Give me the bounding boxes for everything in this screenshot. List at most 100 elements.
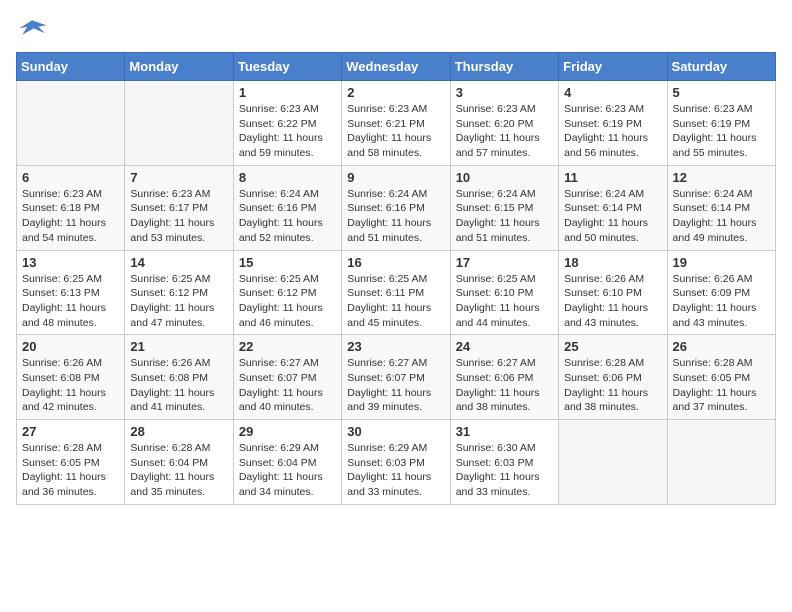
day-number: 12 [673, 170, 770, 185]
day-cell: 27Sunrise: 6:28 AM Sunset: 6:05 PM Dayli… [17, 420, 125, 505]
day-cell: 28 Sunrise: 6:28 AM Sunset: 6:04 PM Dayli… [125, 420, 233, 505]
day-number: 2 [347, 85, 444, 100]
day-cell: 15Sunrise: 6:25 AM Sunset: 6:12 PM Dayli… [233, 250, 341, 335]
day-cell: 14 Sunrise: 6:25 AM Sunset: 6:12 PM Dayli… [125, 250, 233, 335]
day-cell: 22 Sunrise: 6:27 AM Sunset: 6:07 PM Dayli… [233, 335, 341, 420]
day-info: Sunrise: 6:24 AM Sunset: 6:14 PM Dayligh… [564, 187, 661, 246]
day-info: Sunrise: 6:23 AM Sunset: 6:17 PM Dayligh… [130, 187, 227, 246]
day-info: Sunrise: 6:23 AM Sunset: 6:19 PM Dayligh… [564, 102, 661, 161]
day-number: 16 [347, 255, 444, 270]
day-number: 6 [22, 170, 119, 185]
day-cell [17, 81, 125, 166]
day-number: 24 [456, 339, 553, 354]
week-row-4: 20 Sunrise: 6:26 AM Sunset: 6:08 PM Dayli… [17, 335, 776, 420]
day-cell: 29 Sunrise: 6:29 AM Sunset: 6:04 PM Dayli… [233, 420, 341, 505]
day-info: Sunrise: 6:25 AM Sunset: 6:12 PM Dayligh… [130, 272, 227, 331]
weekday-header-row: SundayMondayTuesdayWednesdayThursdayFrid… [17, 53, 776, 81]
day-number: 4 [564, 85, 661, 100]
day-cell [125, 81, 233, 166]
day-info: Sunrise: 6:23 AM Sunset: 6:21 PM Dayligh… [347, 102, 444, 161]
week-row-3: 13Sunrise: 6:25 AM Sunset: 6:13 PM Dayli… [17, 250, 776, 335]
day-info: Sunrise: 6:28 AM Sunset: 6:06 PM Dayligh… [564, 356, 661, 415]
day-number: 8 [239, 170, 336, 185]
day-info: Sunrise: 6:23 AM Sunset: 6:19 PM Dayligh… [673, 102, 770, 161]
day-number: 11 [564, 170, 661, 185]
day-number: 22 [239, 339, 336, 354]
logo [16, 16, 52, 44]
page-header [16, 16, 776, 44]
weekday-header-thursday: Thursday [450, 53, 558, 81]
week-row-2: 6 Sunrise: 6:23 AM Sunset: 6:18 PM Daylig… [17, 165, 776, 250]
day-number: 10 [456, 170, 553, 185]
weekday-header-wednesday: Wednesday [342, 53, 450, 81]
day-number: 21 [130, 339, 227, 354]
day-info: Sunrise: 6:28 AM Sunset: 6:04 PM Dayligh… [130, 441, 227, 500]
day-info: Sunrise: 6:26 AM Sunset: 6:10 PM Dayligh… [564, 272, 661, 331]
day-cell: 30Sunrise: 6:29 AM Sunset: 6:03 PM Dayli… [342, 420, 450, 505]
day-cell: 19 Sunrise: 6:26 AM Sunset: 6:09 PM Dayli… [667, 250, 775, 335]
weekday-header-tuesday: Tuesday [233, 53, 341, 81]
day-info: Sunrise: 6:24 AM Sunset: 6:15 PM Dayligh… [456, 187, 553, 246]
day-cell: 12 Sunrise: 6:24 AM Sunset: 6:14 PM Dayli… [667, 165, 775, 250]
day-cell: 6 Sunrise: 6:23 AM Sunset: 6:18 PM Daylig… [17, 165, 125, 250]
day-info: Sunrise: 6:23 AM Sunset: 6:18 PM Dayligh… [22, 187, 119, 246]
day-number: 18 [564, 255, 661, 270]
day-cell: 18 Sunrise: 6:26 AM Sunset: 6:10 PM Dayli… [559, 250, 667, 335]
day-number: 3 [456, 85, 553, 100]
day-number: 19 [673, 255, 770, 270]
day-number: 31 [456, 424, 553, 439]
day-number: 15 [239, 255, 336, 270]
day-cell: 7 Sunrise: 6:23 AM Sunset: 6:17 PM Daylig… [125, 165, 233, 250]
day-cell: 4 Sunrise: 6:23 AM Sunset: 6:19 PM Daylig… [559, 81, 667, 166]
day-cell: 2 Sunrise: 6:23 AM Sunset: 6:21 PM Daylig… [342, 81, 450, 166]
day-number: 23 [347, 339, 444, 354]
day-cell: 24Sunrise: 6:27 AM Sunset: 6:06 PM Dayli… [450, 335, 558, 420]
day-number: 28 [130, 424, 227, 439]
day-info: Sunrise: 6:26 AM Sunset: 6:08 PM Dayligh… [130, 356, 227, 415]
day-cell: 8 Sunrise: 6:24 AM Sunset: 6:16 PM Daylig… [233, 165, 341, 250]
day-info: Sunrise: 6:24 AM Sunset: 6:14 PM Dayligh… [673, 187, 770, 246]
day-cell: 10 Sunrise: 6:24 AM Sunset: 6:15 PM Dayli… [450, 165, 558, 250]
day-cell: 21 Sunrise: 6:26 AM Sunset: 6:08 PM Dayli… [125, 335, 233, 420]
weekday-header-friday: Friday [559, 53, 667, 81]
day-info: Sunrise: 6:29 AM Sunset: 6:04 PM Dayligh… [239, 441, 336, 500]
day-number: 13 [22, 255, 119, 270]
calendar-table: SundayMondayTuesdayWednesdayThursdayFrid… [16, 52, 776, 505]
day-cell: 31 Sunrise: 6:30 AM Sunset: 6:03 PM Dayli… [450, 420, 558, 505]
day-info: Sunrise: 6:27 AM Sunset: 6:07 PM Dayligh… [239, 356, 336, 415]
day-cell: 13Sunrise: 6:25 AM Sunset: 6:13 PM Dayli… [17, 250, 125, 335]
day-number: 27 [22, 424, 119, 439]
day-info: Sunrise: 6:24 AM Sunset: 6:16 PM Dayligh… [239, 187, 336, 246]
weekday-header-monday: Monday [125, 53, 233, 81]
day-info: Sunrise: 6:23 AM Sunset: 6:22 PM Dayligh… [239, 102, 336, 161]
day-number: 1 [239, 85, 336, 100]
day-cell: 26Sunrise: 6:28 AM Sunset: 6:05 PM Dayli… [667, 335, 775, 420]
day-cell: 11 Sunrise: 6:24 AM Sunset: 6:14 PM Dayli… [559, 165, 667, 250]
day-cell: 1 Sunrise: 6:23 AM Sunset: 6:22 PM Daylig… [233, 81, 341, 166]
day-cell: 23Sunrise: 6:27 AM Sunset: 6:07 PM Dayli… [342, 335, 450, 420]
day-info: Sunrise: 6:25 AM Sunset: 6:11 PM Dayligh… [347, 272, 444, 331]
day-number: 29 [239, 424, 336, 439]
weekday-header-sunday: Sunday [17, 53, 125, 81]
day-number: 20 [22, 339, 119, 354]
day-number: 26 [673, 339, 770, 354]
day-number: 9 [347, 170, 444, 185]
day-cell: 16 Sunrise: 6:25 AM Sunset: 6:11 PM Dayli… [342, 250, 450, 335]
day-number: 17 [456, 255, 553, 270]
day-info: Sunrise: 6:25 AM Sunset: 6:10 PM Dayligh… [456, 272, 553, 331]
day-info: Sunrise: 6:24 AM Sunset: 6:16 PM Dayligh… [347, 187, 444, 246]
day-cell: 17 Sunrise: 6:25 AM Sunset: 6:10 PM Dayli… [450, 250, 558, 335]
day-cell [559, 420, 667, 505]
day-info: Sunrise: 6:30 AM Sunset: 6:03 PM Dayligh… [456, 441, 553, 500]
weekday-header-saturday: Saturday [667, 53, 775, 81]
day-cell: 25 Sunrise: 6:28 AM Sunset: 6:06 PM Dayli… [559, 335, 667, 420]
week-row-5: 27Sunrise: 6:28 AM Sunset: 6:05 PM Dayli… [17, 420, 776, 505]
day-info: Sunrise: 6:26 AM Sunset: 6:09 PM Dayligh… [673, 272, 770, 331]
week-row-1: 1 Sunrise: 6:23 AM Sunset: 6:22 PM Daylig… [17, 81, 776, 166]
day-number: 7 [130, 170, 227, 185]
day-number: 25 [564, 339, 661, 354]
day-cell [667, 420, 775, 505]
day-cell: 20Sunrise: 6:26 AM Sunset: 6:08 PM Dayli… [17, 335, 125, 420]
day-number: 14 [130, 255, 227, 270]
day-info: Sunrise: 6:23 AM Sunset: 6:20 PM Dayligh… [456, 102, 553, 161]
